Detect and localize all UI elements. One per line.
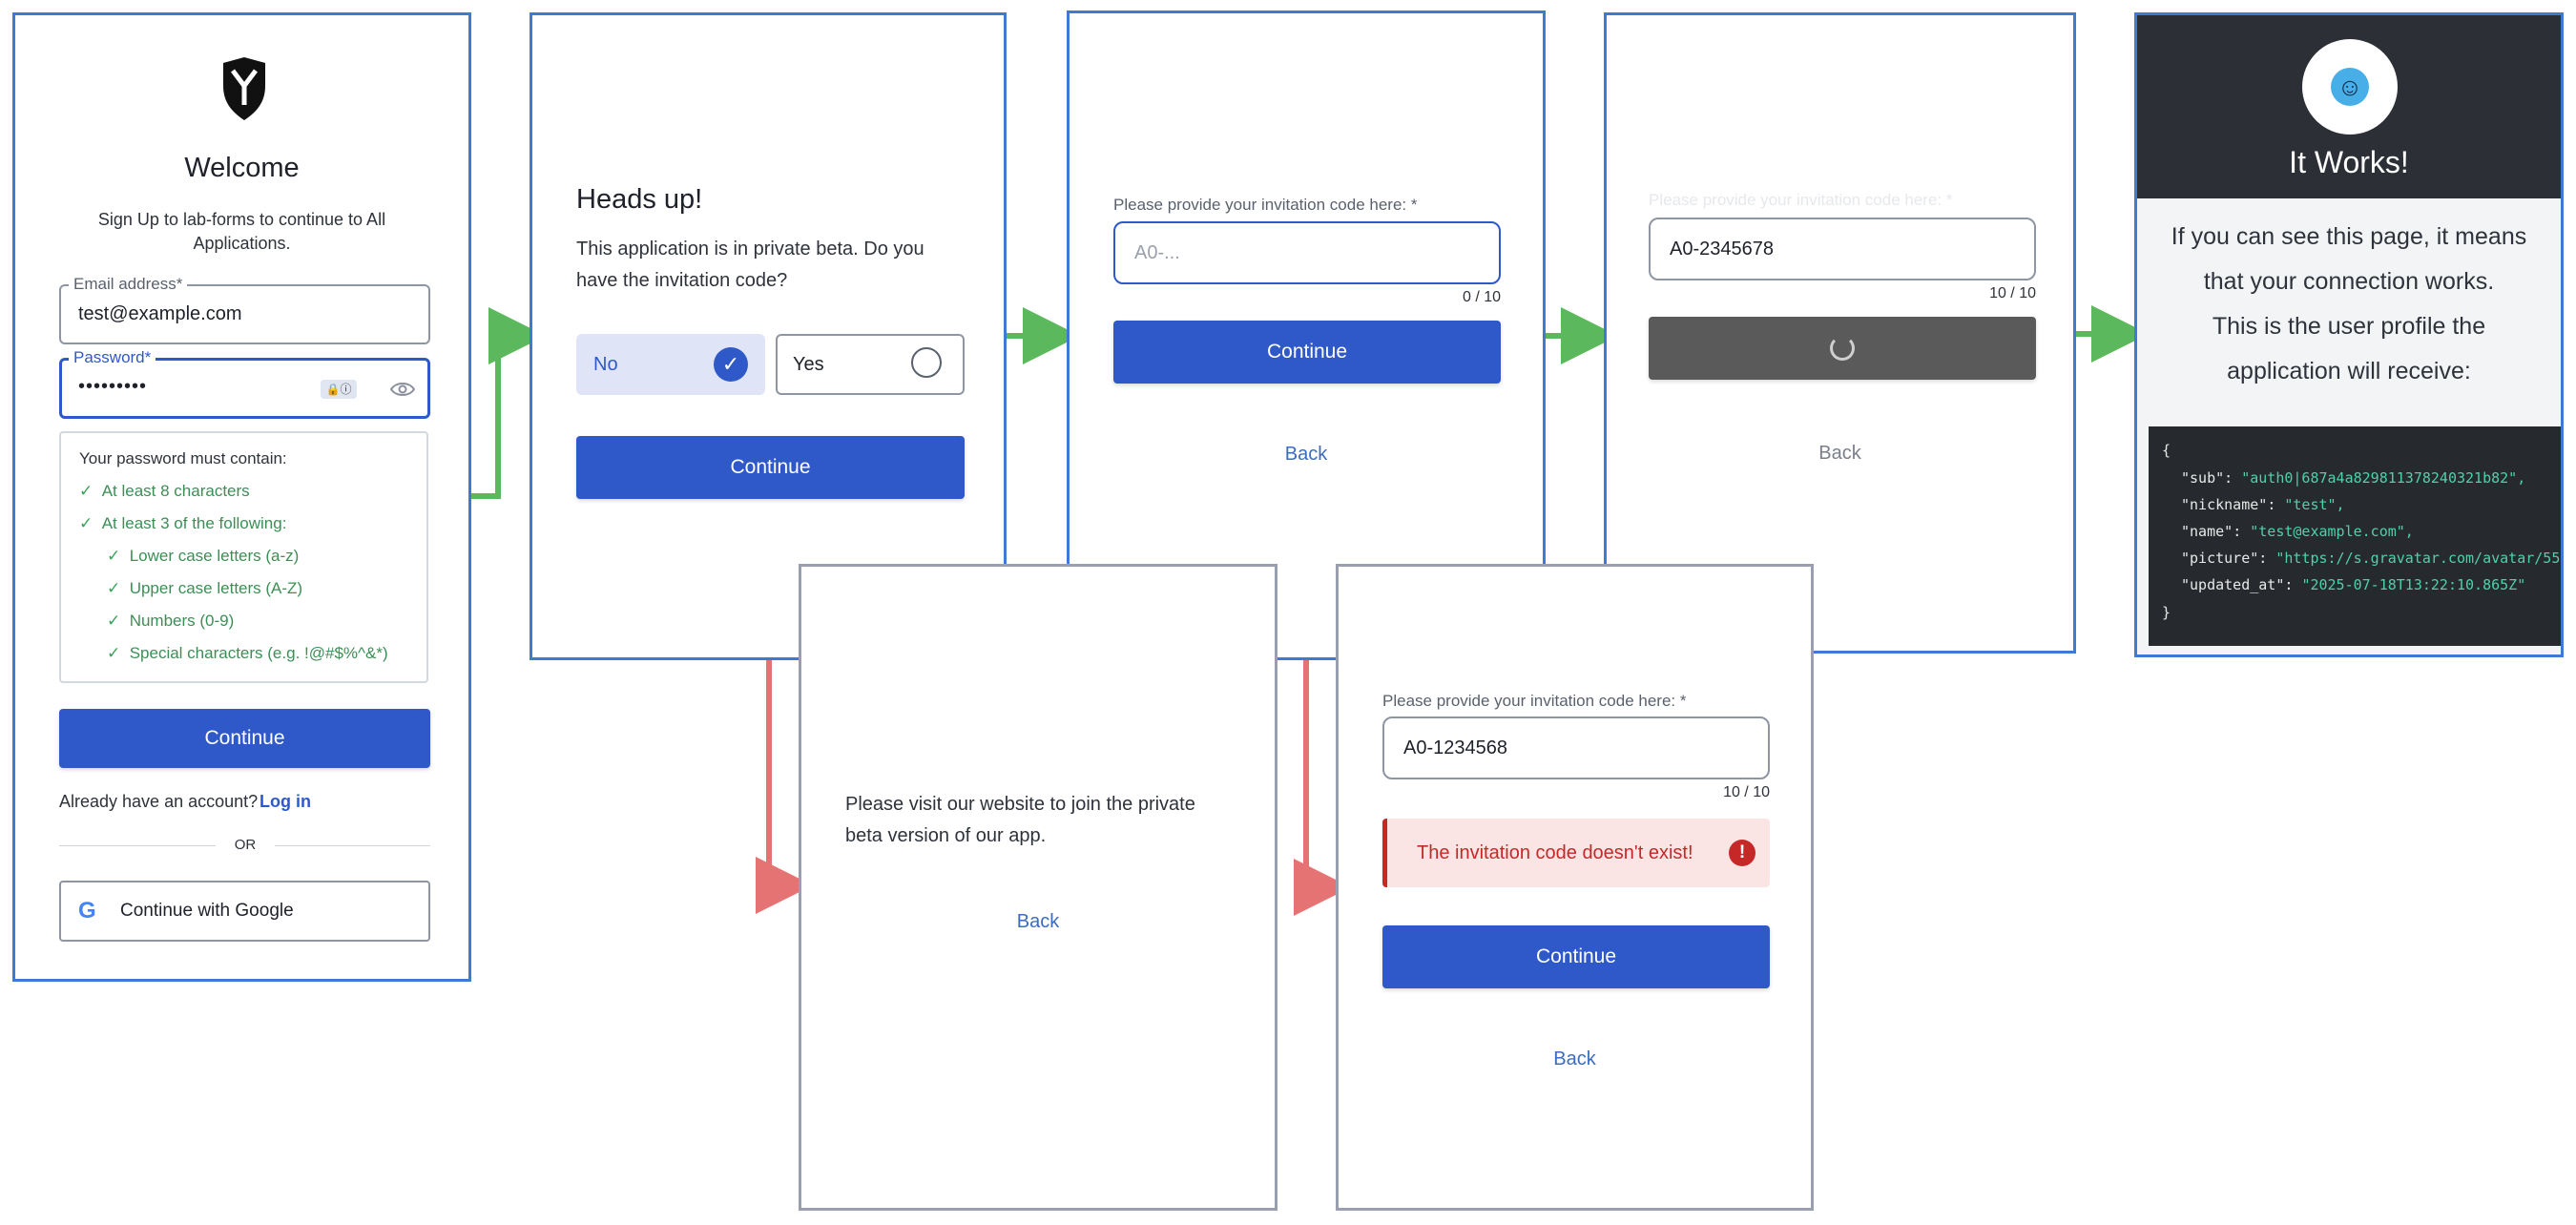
loading-code-value: A0-2345678 bbox=[1670, 239, 1774, 260]
signup-subtitle-1: Sign Up to lab-forms to continue to All bbox=[97, 210, 386, 229]
requirement-item: ✓ Special characters (e.g. !@#$%^&*) bbox=[107, 644, 388, 662]
requirement-item: ✓ Lower case letters (a-z) bbox=[107, 547, 300, 565]
error-code-value: A0-1234568 bbox=[1403, 737, 1507, 758]
code-empty-panel: Please provide your invitation code here… bbox=[1067, 10, 1546, 660]
check-icon: ✓ bbox=[107, 612, 121, 630]
json-line: "picture": "https://s.gravatar.com/avata… bbox=[2181, 550, 2561, 567]
headsup-text-2: have the invitation code? bbox=[576, 270, 788, 291]
signup-subtitle-2: Applications. bbox=[193, 234, 291, 253]
divider-right bbox=[275, 845, 430, 846]
signup-title: Welcome bbox=[184, 153, 300, 183]
already-account-text: Already have an account? bbox=[59, 792, 259, 811]
check-icon: ✓ bbox=[79, 514, 93, 532]
arrow-code-to-error bbox=[1294, 660, 1351, 916]
error-code-label: Please provide your invitation code here… bbox=[1382, 692, 1687, 710]
loading-char-counter: 10 / 10 bbox=[1989, 285, 2036, 301]
code-label: Please provide your invitation code here… bbox=[1113, 196, 1418, 214]
error-alert: The invitation code doesn't exist! ! bbox=[1382, 819, 1770, 887]
option-yes[interactable]: Yes bbox=[776, 334, 965, 395]
works-text-4: application will receive: bbox=[2227, 358, 2471, 384]
code-error-panel: Please provide your invitation code here… bbox=[1336, 564, 1814, 1211]
loading-continue-button[interactable] bbox=[1649, 317, 2036, 380]
private-beta-panel: Please visit our website to join the pri… bbox=[799, 564, 1278, 1211]
password-label: Password* bbox=[69, 348, 156, 367]
eye-icon[interactable] bbox=[390, 381, 415, 398]
private-beta-text-2: beta version of our app. bbox=[845, 825, 1047, 846]
loading-code-input[interactable]: A0-2345678 bbox=[1649, 218, 2036, 280]
requirement-item: ✓ At least 3 of the following: bbox=[79, 514, 287, 532]
error-continue-button[interactable]: Continue bbox=[1382, 925, 1770, 988]
arrow-headsup-to-private-beta bbox=[756, 660, 813, 914]
error-alert-text: The invitation code doesn't exist! bbox=[1417, 842, 1693, 863]
login-link[interactable]: Log in bbox=[260, 792, 311, 812]
json-line: "updated_at": "2025-07-18T13:22:10.865Z" bbox=[2181, 576, 2526, 593]
requirements-title: Your password must contain: bbox=[79, 449, 287, 467]
smiley-icon: ☺ bbox=[2331, 68, 2369, 106]
check-icon: ✓ bbox=[107, 644, 121, 662]
checkmark-circle-icon: ✓ bbox=[714, 347, 748, 382]
error-back-link[interactable]: Back bbox=[1339, 1049, 1811, 1070]
invitation-code-input[interactable]: A0-... bbox=[1113, 221, 1501, 284]
profile-json-block: { "sub": "auth0|687a4a829811378240321b82… bbox=[2149, 426, 2561, 646]
requirement-item: ✓ At least 8 characters bbox=[79, 482, 250, 500]
option-yes-label: Yes bbox=[793, 354, 824, 375]
requirement-item: ✓ Numbers (0-9) bbox=[107, 612, 235, 630]
google-button[interactable]: G Continue with Google bbox=[59, 881, 430, 942]
error-exclamation-icon: ! bbox=[1729, 840, 1755, 866]
or-label: OR bbox=[234, 837, 257, 853]
divider-left bbox=[59, 845, 216, 846]
char-counter: 0 / 10 bbox=[1462, 289, 1501, 305]
code-continue-button[interactable]: Continue bbox=[1113, 321, 1501, 384]
google-button-label: Continue with Google bbox=[120, 901, 294, 921]
check-icon: ✓ bbox=[79, 482, 93, 500]
password-value: ••••••••• bbox=[78, 376, 148, 397]
loading-back-link[interactable]: Back bbox=[1607, 443, 2073, 465]
loading-code-label: Please provide your invitation code here… bbox=[1649, 191, 1953, 209]
google-icon: G bbox=[78, 898, 96, 924]
avatar: ☺ bbox=[2302, 39, 2398, 135]
error-code-input[interactable]: A0-1234568 bbox=[1382, 716, 1770, 779]
radio-empty-icon bbox=[911, 347, 942, 378]
option-no[interactable]: No ✓ bbox=[576, 334, 765, 395]
it-works-title: It Works! bbox=[2289, 145, 2409, 179]
shield-logo-icon bbox=[223, 57, 265, 120]
code-placeholder: A0-... bbox=[1134, 242, 1180, 263]
json-open-brace: { bbox=[2162, 442, 2171, 459]
code-loading-panel: Please provide your invitation code here… bbox=[1604, 12, 2076, 654]
private-beta-text-1: Please visit our website to join the pri… bbox=[845, 794, 1195, 815]
error-char-counter: 10 / 10 bbox=[1723, 784, 1770, 800]
json-line: "name": "test@example.com", bbox=[2181, 523, 2414, 540]
works-text-3: This is the user profile the bbox=[2212, 313, 2486, 340]
signup-continue-button[interactable]: Continue bbox=[59, 709, 430, 768]
signup-panel: Welcome Sign Up to lab-forms to continue… bbox=[12, 12, 471, 982]
password-manager-icon[interactable]: 🔒ⓘ bbox=[321, 380, 357, 399]
headsup-text-1: This application is in private beta. Do … bbox=[576, 239, 924, 260]
json-line: "nickname": "test", bbox=[2181, 496, 2345, 513]
headsup-title: Heads up! bbox=[576, 184, 703, 215]
headsup-continue-button[interactable]: Continue bbox=[576, 436, 965, 499]
spinner-icon bbox=[1830, 336, 1855, 361]
requirement-item: ✓ Upper case letters (A-Z) bbox=[107, 579, 303, 597]
works-text-2: that your connection works. bbox=[2203, 268, 2495, 295]
code-back-link[interactable]: Back bbox=[1070, 444, 1543, 466]
private-beta-back-link[interactable]: Back bbox=[801, 911, 1275, 933]
json-line: "sub": "auth0|687a4a829811378240321b82", bbox=[2181, 469, 2526, 487]
json-close-brace: } bbox=[2162, 604, 2171, 621]
email-value: test@example.com bbox=[78, 303, 242, 324]
arrow-signup-to-headsup bbox=[471, 307, 546, 499]
check-icon: ✓ bbox=[107, 579, 121, 597]
it-works-panel: ☺ It Works! If you can see this page, it… bbox=[2134, 12, 2564, 657]
check-icon: ✓ bbox=[107, 547, 121, 565]
works-text-1: If you can see this page, it means bbox=[2171, 223, 2527, 250]
option-no-label: No bbox=[593, 354, 618, 375]
email-label: Email address* bbox=[69, 275, 188, 294]
